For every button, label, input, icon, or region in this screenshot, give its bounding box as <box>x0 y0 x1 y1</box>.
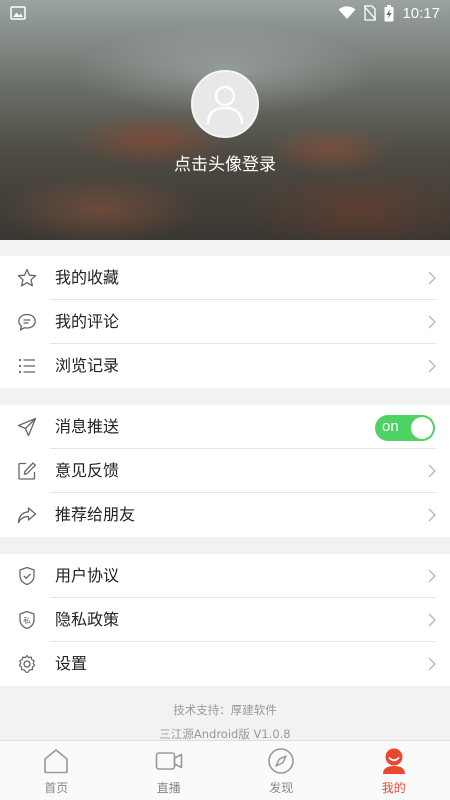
menu-item-label: 推荐给朋友 <box>55 505 136 524</box>
star-icon <box>17 268 37 287</box>
login-prompt[interactable]: 点击头像登录 <box>0 150 450 175</box>
tab-discover[interactable]: 发现 <box>225 741 338 800</box>
video-icon <box>155 752 183 770</box>
menu-item-favorites[interactable]: 我的收藏 <box>0 256 450 300</box>
battery-charging-icon <box>384 4 394 21</box>
bottom-tab-bar: 首页 直播 发现 我的 <box>0 740 450 800</box>
tab-label: 我的 <box>381 781 406 795</box>
compass-icon <box>268 748 295 774</box>
wifi-icon <box>338 6 356 19</box>
menu-item-label: 意见反馈 <box>55 461 120 480</box>
chevron-right-icon <box>428 271 436 285</box>
chevron-right-icon <box>428 359 436 373</box>
toggle-state-label: on <box>382 418 399 435</box>
no-sim-icon <box>364 5 377 21</box>
menu-item-settings[interactable]: 设置 <box>0 642 450 686</box>
shield-check-icon <box>19 566 35 586</box>
comment-icon <box>18 313 36 332</box>
menu-item-label: 我的评论 <box>55 312 120 331</box>
gallery-notification-icon <box>10 6 26 20</box>
user-placeholder-icon <box>206 85 244 125</box>
chevron-right-icon <box>428 613 436 627</box>
menu-group-legal: 用户协议 私 隐私政策 设置 <box>0 554 450 686</box>
tab-label: 发现 <box>269 781 294 795</box>
menu-item-privacy[interactable]: 私 隐私政策 <box>0 598 450 642</box>
tab-live[interactable]: 直播 <box>113 741 226 800</box>
privacy-shield-icon: 私 <box>19 610 35 630</box>
menu-item-comments[interactable]: 我的评论 <box>0 300 450 344</box>
status-bar: 10:17 <box>0 0 450 26</box>
menu-item-label: 消息推送 <box>55 417 120 436</box>
chevron-right-icon <box>428 508 436 522</box>
menu-item-recommend[interactable]: 推荐给朋友 <box>0 493 450 537</box>
tech-support-text: 技术支持：厚建软件 <box>173 703 277 717</box>
menu-item-push: 消息推送 on <box>0 405 450 449</box>
send-icon <box>17 417 37 437</box>
menu-item-label: 隐私政策 <box>55 610 120 629</box>
chevron-right-icon <box>428 315 436 329</box>
menu-group-social: 消息推送 on 意见反馈 推荐给朋友 <box>0 405 450 537</box>
tab-mine[interactable]: 我的 <box>338 741 450 800</box>
toggle-knob <box>411 417 433 439</box>
menu-item-label: 我的收藏 <box>55 268 120 287</box>
profile-icon <box>382 748 405 774</box>
gear-icon <box>18 654 36 674</box>
profile-header: 10:17 点击头像登录 <box>0 0 450 240</box>
chevron-right-icon <box>428 657 436 671</box>
menu-group-personal: 我的收藏 我的评论 浏览记录 <box>0 256 450 388</box>
home-icon <box>44 749 69 774</box>
list-icon <box>18 358 35 374</box>
tab-label: 直播 <box>156 781 181 795</box>
edit-icon <box>18 462 36 480</box>
menu-item-feedback[interactable]: 意见反馈 <box>0 449 450 493</box>
menu-item-label: 浏览记录 <box>55 356 120 375</box>
share-icon <box>17 507 37 524</box>
menu-item-label: 用户协议 <box>55 566 120 585</box>
push-toggle[interactable]: on <box>375 415 435 441</box>
svg-text:私: 私 <box>23 616 31 625</box>
avatar-button[interactable] <box>191 70 259 138</box>
menu-item-label: 设置 <box>55 654 88 673</box>
menu-item-history[interactable]: 浏览记录 <box>0 344 450 388</box>
chevron-right-icon <box>428 464 436 478</box>
chevron-right-icon <box>428 569 436 583</box>
tab-label: 首页 <box>44 781 69 795</box>
menu-item-agreement[interactable]: 用户协议 <box>0 554 450 598</box>
status-time: 10:17 <box>402 4 440 22</box>
tab-home[interactable]: 首页 <box>0 741 113 800</box>
